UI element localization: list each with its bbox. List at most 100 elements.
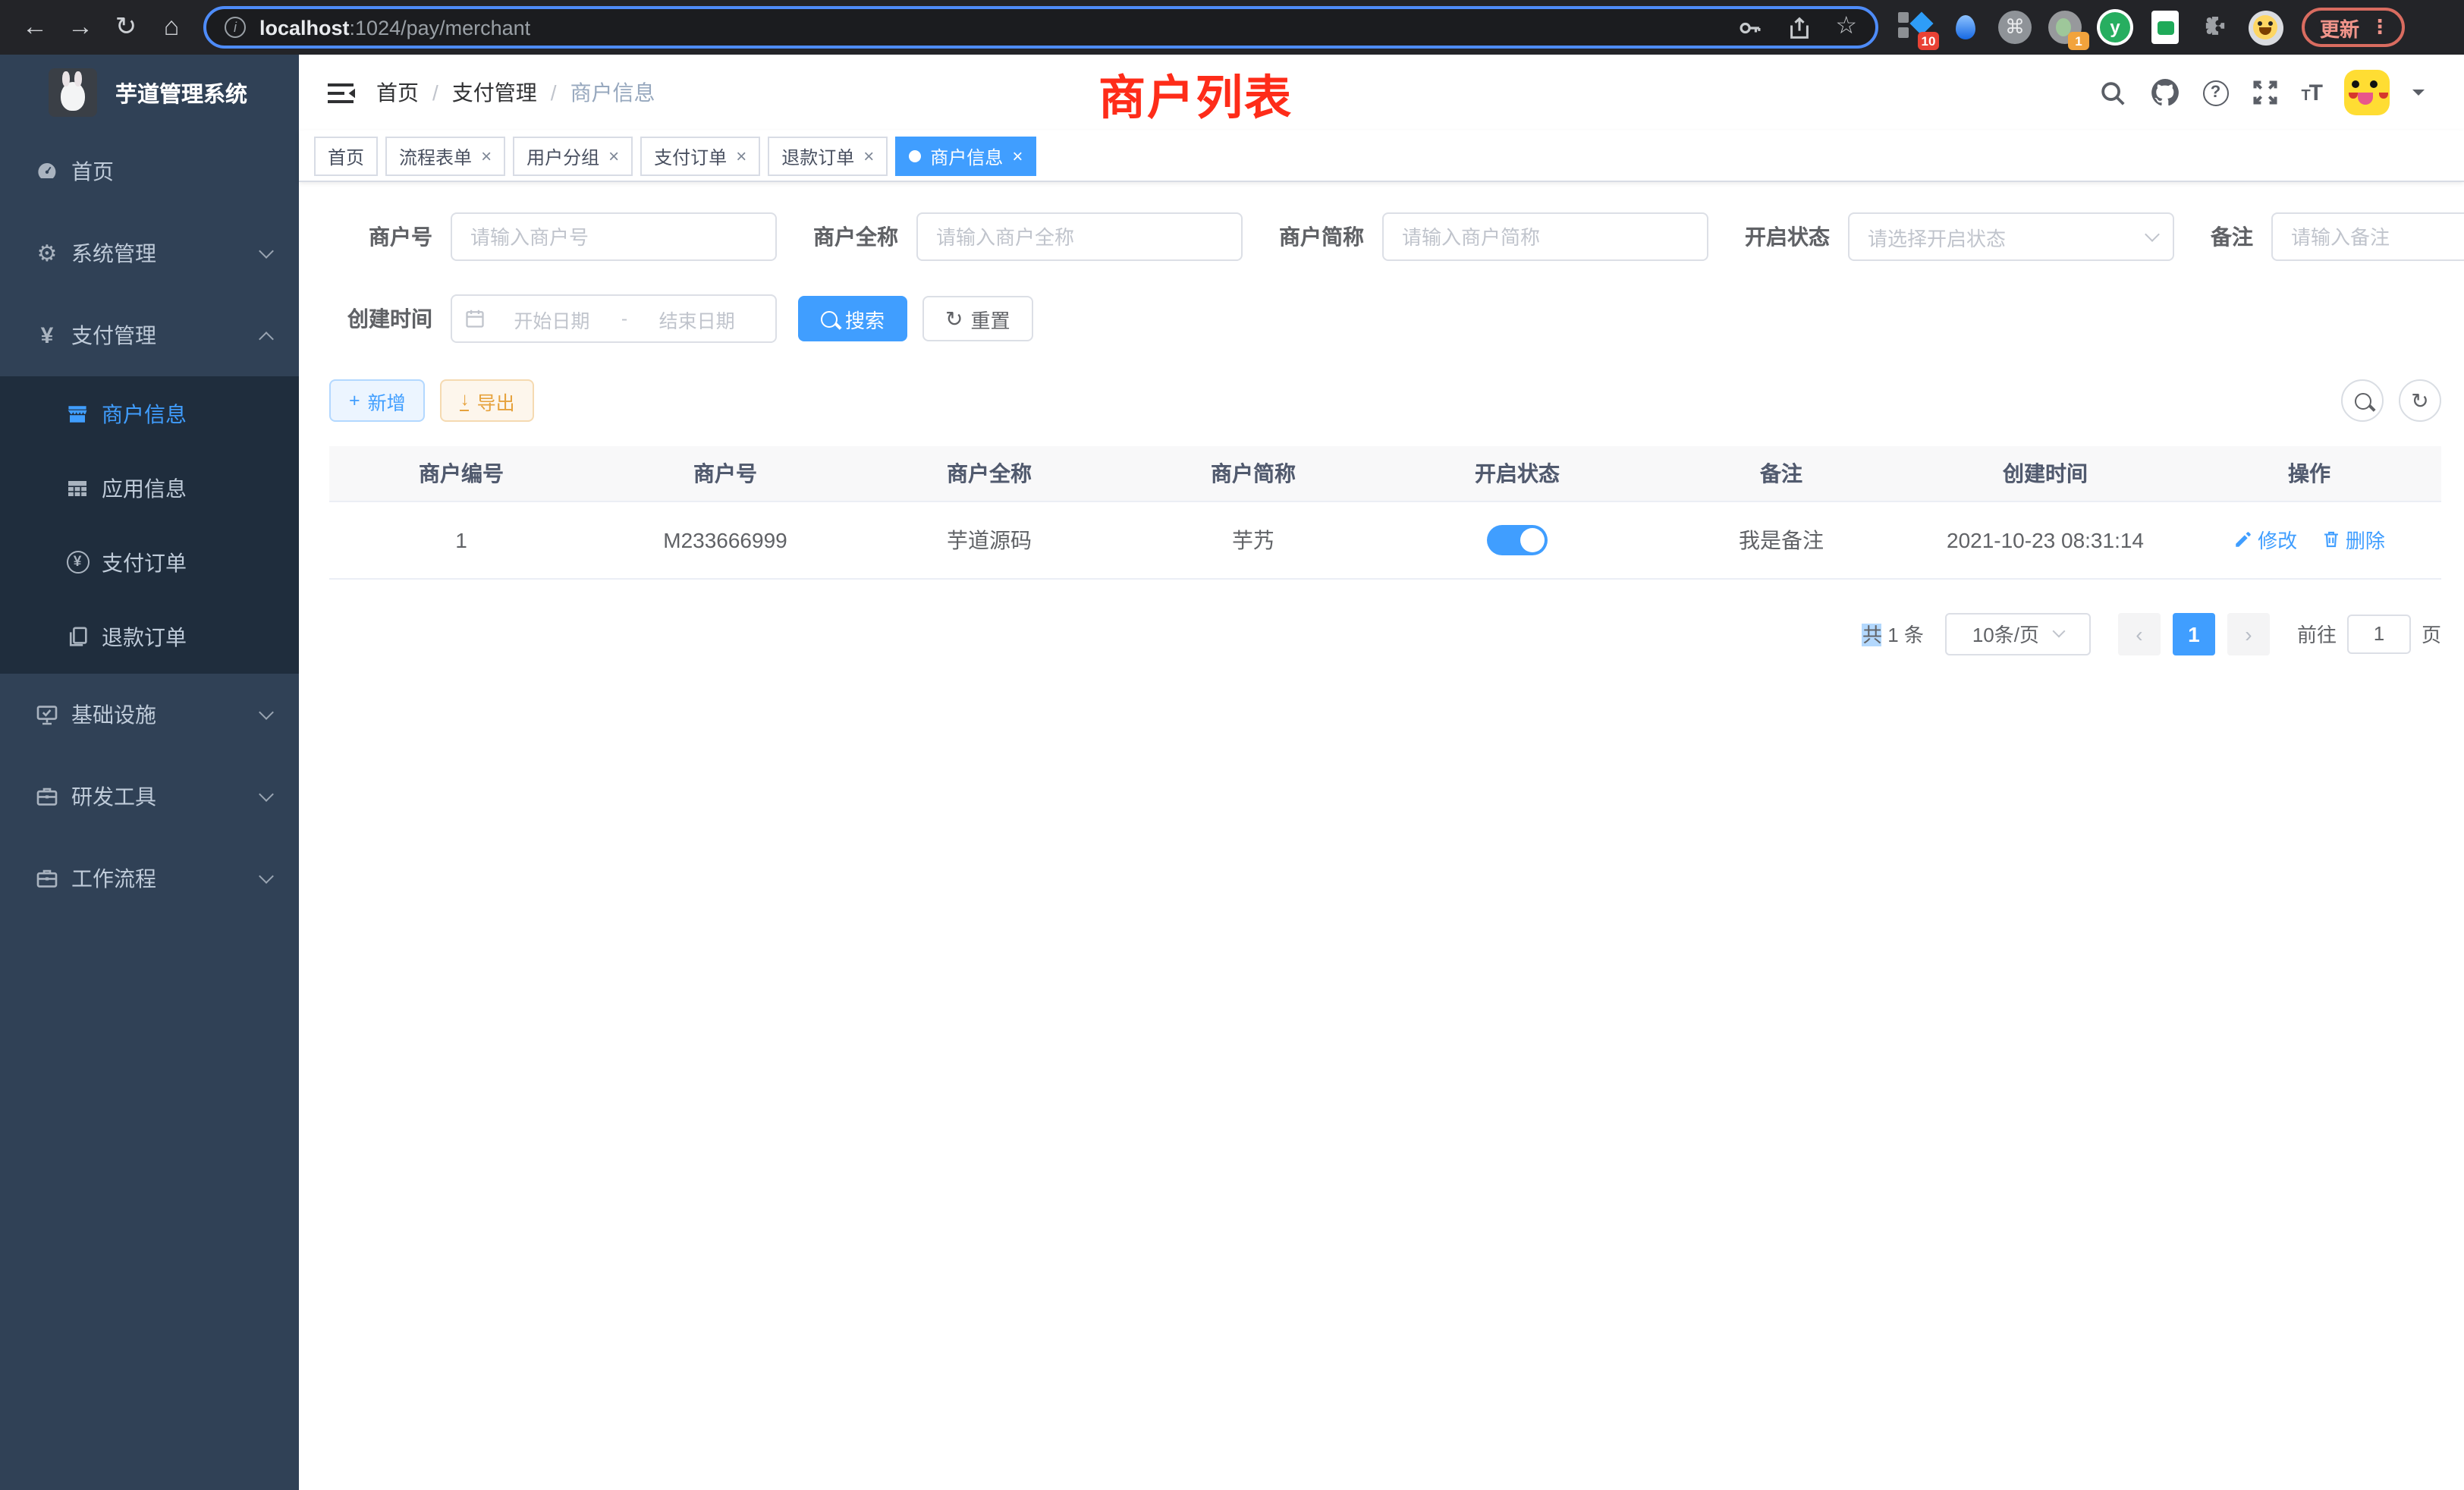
toolbar-right: ↻ — [2341, 379, 2441, 422]
sidebar-item-merchant-info[interactable]: 商户信息 — [0, 376, 299, 451]
sidebar-item-infrastructure[interactable]: 基础设施 — [0, 674, 299, 756]
page-annotation-title: 商户列表 — [1098, 59, 1293, 127]
sidebar-item-home[interactable]: 首页 — [0, 130, 299, 212]
github-icon[interactable] — [2149, 77, 2180, 108]
short-name-input[interactable] — [1382, 212, 1708, 261]
reset-button[interactable]: ↻ 重置 — [922, 296, 1033, 341]
close-icon[interactable]: × — [608, 146, 619, 167]
tab-process-form[interactable]: 流程表单× — [385, 137, 505, 176]
filter-remark: 备注 — [2211, 212, 2464, 261]
date-separator: - — [618, 308, 630, 329]
cell-short-name: 芋艿 — [1121, 501, 1385, 578]
url-bar[interactable]: i localhost:1024/pay/merchant ☆ — [203, 6, 1878, 49]
close-icon[interactable]: × — [481, 146, 492, 167]
table-toolbar: + 新增 ↓ 导出 ↻ — [329, 379, 2441, 422]
yen-circle-icon: ¥ — [65, 550, 90, 574]
password-key-icon[interactable] — [1736, 14, 1762, 40]
extensions-puzzle-icon[interactable] — [2197, 9, 2233, 46]
tab-home[interactable]: 首页 — [314, 137, 378, 176]
site-info-icon[interactable]: i — [225, 17, 246, 38]
table-header-row: 商户编号 商户号 商户全称 商户简称 开启状态 备注 创建时间 操作 — [329, 446, 2441, 501]
chevron-down-icon — [259, 243, 274, 258]
sidebar-item-system[interactable]: ⚙ 系统管理 — [0, 212, 299, 294]
url-path: :1024/pay/merchant — [350, 16, 531, 39]
app-logo[interactable]: 芋道管理系统 — [0, 55, 299, 130]
status-select[interactable]: 请选择开启状态 — [1848, 212, 2174, 261]
forward-icon[interactable]: → — [58, 6, 103, 49]
chrome-update-button[interactable]: 更新 ⋮ — [2302, 8, 2405, 47]
chrome-menu-icon[interactable]: ⋮ — [2370, 15, 2390, 39]
close-icon[interactable]: × — [1012, 146, 1023, 167]
sidebar-item-pay-order[interactable]: ¥ 支付订单 — [0, 525, 299, 599]
close-icon[interactable]: × — [863, 146, 874, 167]
share-icon[interactable] — [1787, 14, 1811, 40]
tab-pay-order[interactable]: 支付订单× — [640, 137, 760, 176]
font-size-icon[interactable]: TT — [2301, 80, 2321, 105]
full-name-input[interactable] — [916, 212, 1243, 261]
collapse-sidebar-icon[interactable] — [314, 65, 369, 120]
command-extension-icon[interactable]: ⌘ — [1997, 9, 2033, 46]
bookmark-star-icon[interactable]: ☆ — [1835, 15, 1857, 39]
reload-icon[interactable]: ↻ — [103, 6, 149, 49]
cell-status — [1385, 501, 1649, 578]
sidebar-item-label: 工作流程 — [71, 863, 261, 894]
page-size-select[interactable]: 10条/页 — [1945, 612, 2091, 655]
fullscreen-icon[interactable] — [2251, 79, 2278, 106]
sidebar-item-app-info[interactable]: 应用信息 — [0, 451, 299, 525]
user-avatar[interactable] — [2344, 70, 2390, 115]
avatar-caret-icon[interactable] — [2412, 90, 2425, 102]
refresh-icon: ↻ — [2411, 390, 2428, 411]
sidebar-item-label: 系统管理 — [71, 238, 261, 269]
sidebar-item-refund-order[interactable]: 退款订单 — [0, 599, 299, 674]
select-placeholder: 请选择开启状态 — [1868, 222, 2006, 251]
breadcrumb-payment[interactable]: 支付管理 — [452, 77, 537, 108]
tab-refund-order[interactable]: 退款订单× — [768, 137, 888, 176]
tab-merchant-info[interactable]: 商户信息× — [895, 137, 1036, 176]
recorder-extension-icon[interactable]: 1 — [2047, 9, 2083, 46]
y-extension-icon[interactable]: y — [2097, 9, 2133, 46]
app-title: 芋道管理系统 — [115, 77, 247, 108]
tab-user-group[interactable]: 用户分组× — [513, 137, 633, 176]
sidebar-item-label: 基础设施 — [71, 699, 261, 730]
close-icon[interactable]: × — [736, 146, 746, 167]
date-range-picker[interactable]: 开始日期 - 结束日期 — [451, 294, 777, 343]
balloon-extension-icon[interactable] — [1947, 9, 1983, 46]
sidebar-item-workflow[interactable]: 工作流程 — [0, 838, 299, 919]
page-1-button[interactable]: 1 — [2173, 612, 2215, 655]
sidebar-item-dev-tools[interactable]: 研发工具 — [0, 756, 299, 838]
col-short-name: 商户简称 — [1121, 446, 1385, 501]
merchant-no-input[interactable] — [451, 212, 777, 261]
payment-submenu: 商户信息 应用信息 ¥ 支付订单 退款订单 — [0, 376, 299, 674]
status-toggle[interactable] — [1487, 524, 1548, 555]
search-icon[interactable] — [2098, 78, 2126, 107]
chat-extension-icon[interactable] — [2147, 9, 2183, 46]
delete-link[interactable]: 删除 — [2321, 525, 2385, 554]
tag-view-bar: 首页 流程表单× 用户分组× 支付订单× 退款订单× 商户信息× — [299, 130, 2464, 182]
refresh-table-button[interactable]: ↻ — [2399, 379, 2441, 422]
grid-icon — [65, 476, 90, 500]
col-full-name: 商户全称 — [857, 446, 1121, 501]
search-button[interactable]: 搜索 — [798, 296, 907, 341]
cell-create-time: 2021-10-23 08:31:14 — [1913, 501, 2177, 578]
home-icon[interactable]: ⌂ — [149, 6, 194, 49]
edit-link[interactable]: 修改 — [2233, 525, 2297, 554]
col-create-time: 创建时间 — [1913, 446, 2177, 501]
breadcrumb-separator: / — [432, 80, 438, 105]
help-icon[interactable]: ? — [2202, 80, 2228, 105]
cell-merchant-id: 1 — [329, 501, 593, 578]
profile-avatar-icon[interactable] — [2247, 9, 2283, 46]
goto-page-input[interactable] — [2347, 614, 2411, 653]
add-button[interactable]: + 新增 — [329, 379, 426, 422]
next-page-button[interactable]: › — [2227, 612, 2270, 655]
remark-input[interactable] — [2271, 212, 2464, 261]
sidebar-item-payment[interactable]: ¥ 支付管理 — [0, 294, 299, 376]
colorpicker-extension-icon[interactable]: 10 — [1897, 9, 1933, 46]
breadcrumb-home[interactable]: 首页 — [376, 77, 419, 108]
toggle-search-button[interactable] — [2341, 379, 2384, 422]
prev-page-button[interactable]: ‹ — [2118, 612, 2161, 655]
back-icon[interactable]: ← — [12, 6, 58, 49]
sidebar-item-label: 退款订单 — [102, 621, 272, 652]
extensions-row: 10 ⌘ 1 y — [1897, 9, 2283, 46]
cell-actions: 修改 删除 — [2177, 501, 2441, 578]
export-button[interactable]: ↓ 导出 — [441, 379, 535, 422]
